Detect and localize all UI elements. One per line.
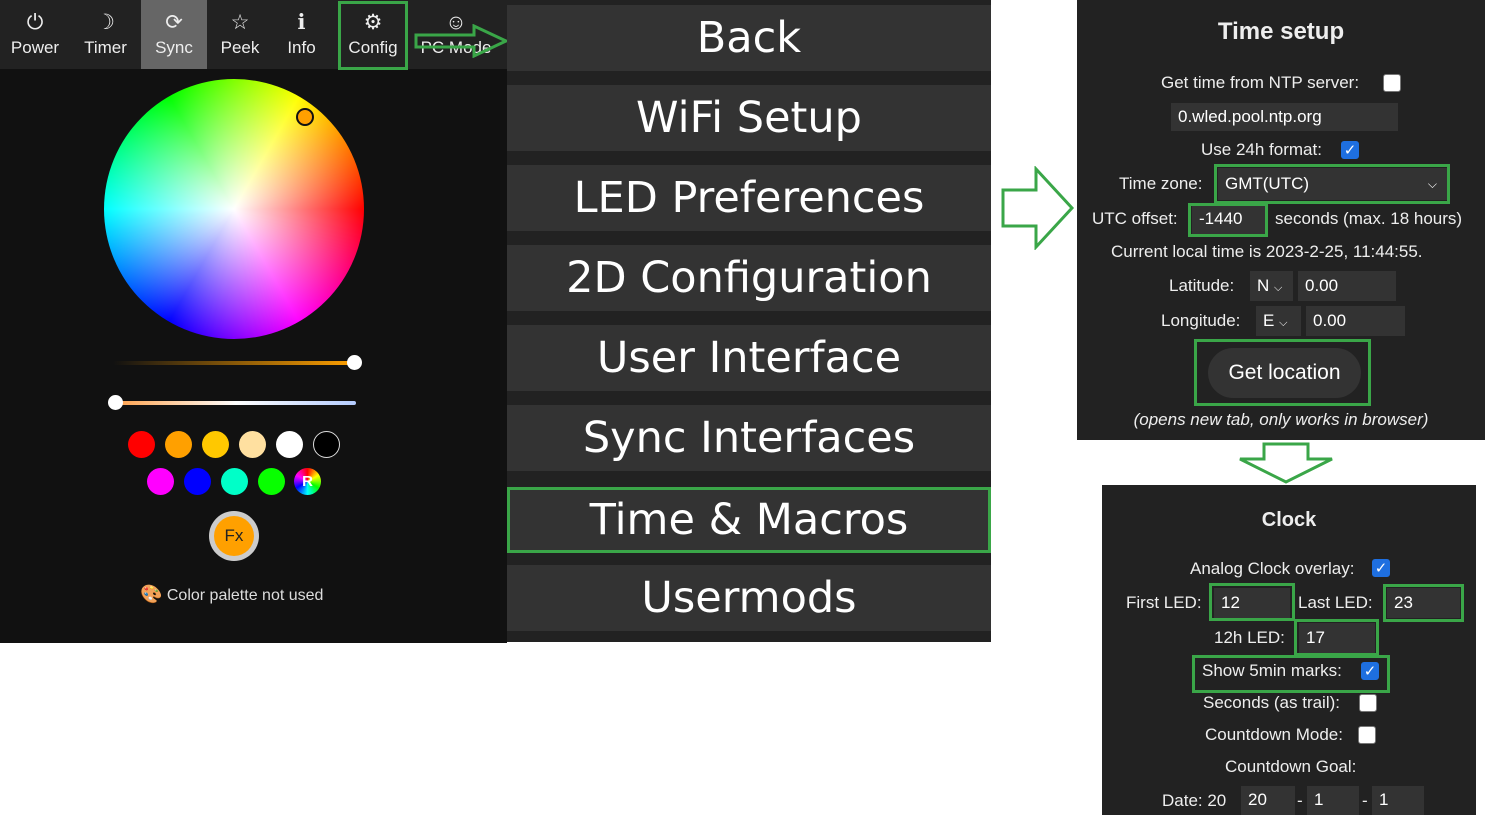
five-min-marks-highlight-box bbox=[1192, 655, 1390, 693]
tab-sync[interactable]: ⟳ Sync bbox=[141, 0, 207, 69]
tab-timer[interactable]: ☽ Timer bbox=[70, 0, 141, 69]
wled-main-ui: ⏻ Power ☽ Timer ⟳ Sync ☆ Peek ℹ Info ⚙ C… bbox=[0, 0, 507, 643]
longitude-direction-select[interactable]: E ⌵ bbox=[1256, 306, 1301, 336]
analog-overlay-checkbox[interactable]: ✓ bbox=[1372, 559, 1390, 577]
info-icon: ℹ bbox=[297, 11, 306, 34]
latitude-direction-value: N bbox=[1257, 276, 1270, 295]
menu-button-wifi-setup[interactable]: WiFi Setup bbox=[507, 85, 991, 151]
last-led-highlight-box bbox=[1383, 584, 1464, 622]
utc-offset-suffix: seconds (max. 18 hours) bbox=[1275, 209, 1463, 228]
utc-offset-label: UTC offset: bbox=[1092, 209, 1178, 228]
tab-info-label: Info bbox=[287, 38, 316, 57]
sync-icon: ⟳ bbox=[165, 11, 183, 34]
local-time-text: Current local time is 2023-2-25, 11:44:5… bbox=[1111, 242, 1423, 261]
color-wheel-handle[interactable] bbox=[296, 108, 314, 126]
down-arrow-icon bbox=[1239, 442, 1333, 484]
menu-button-user-interface[interactable]: User Interface bbox=[507, 325, 991, 391]
random-color-swatch[interactable]: R bbox=[294, 468, 321, 495]
date-separator: - bbox=[1362, 791, 1368, 810]
palette-note-text: Color palette not used bbox=[166, 587, 324, 604]
date-month-field[interactable]: 1 bbox=[1307, 786, 1359, 815]
white-balance-slider[interactable] bbox=[116, 401, 356, 405]
star-icon: ☆ bbox=[230, 11, 250, 34]
time-setup-title: Time setup bbox=[1217, 18, 1345, 45]
h12-led-highlight-box bbox=[1294, 619, 1379, 656]
countdown-mode-label: Countdown Mode: bbox=[1205, 725, 1343, 744]
h24-label: Use 24h format: bbox=[1201, 140, 1322, 159]
chevron-down-icon: ⌵ bbox=[1279, 317, 1288, 329]
menu-button-sync-interfaces[interactable]: Sync Interfaces bbox=[507, 405, 991, 471]
seconds-trail-checkbox[interactable] bbox=[1359, 694, 1377, 712]
seconds-trail-label: Seconds (as trail): bbox=[1203, 693, 1340, 712]
color-swatch[interactable] bbox=[184, 468, 211, 495]
tab-info[interactable]: ℹ Info bbox=[273, 0, 330, 69]
color-swatch[interactable] bbox=[128, 431, 155, 458]
menu-button-2d-configuration[interactable]: 2D Configuration bbox=[507, 245, 991, 311]
color-swatch[interactable] bbox=[165, 431, 192, 458]
date-day-field[interactable]: 1 bbox=[1372, 786, 1424, 815]
config-highlight-box bbox=[338, 1, 408, 70]
longitude-field[interactable]: 0.00 bbox=[1306, 306, 1405, 336]
chevron-down-icon: ⌵ bbox=[1274, 282, 1283, 294]
longitude-label: Longitude: bbox=[1161, 311, 1241, 330]
latitude-field[interactable]: 0.00 bbox=[1298, 271, 1396, 301]
ntp-server-field[interactable]: 0.wled.pool.ntp.org bbox=[1171, 103, 1398, 131]
latitude-label: Latitude: bbox=[1169, 276, 1235, 295]
date-label: Date: 20 bbox=[1162, 791, 1227, 810]
color-swatch[interactable] bbox=[258, 468, 285, 495]
color-wheel[interactable] bbox=[104, 79, 364, 339]
h12-led-label: 12h LED: bbox=[1214, 628, 1285, 647]
date-year-field[interactable]: 20 bbox=[1241, 786, 1295, 815]
power-icon: ⏻ bbox=[26, 11, 44, 34]
clock-title: Clock bbox=[1261, 509, 1317, 531]
location-note: (opens new tab, only works in browser) bbox=[1133, 410, 1429, 429]
tab-sync-label: Sync bbox=[155, 38, 193, 57]
fx-button[interactable]: Fx bbox=[214, 516, 254, 556]
palette-icon: 🎨 bbox=[140, 584, 163, 604]
menu-button-usermods[interactable]: Usermods bbox=[507, 565, 991, 631]
first-led-highlight-box bbox=[1209, 583, 1295, 621]
date-separator: - bbox=[1297, 791, 1303, 810]
right-arrow-icon bbox=[414, 24, 510, 58]
ntp-label: Get time from NTP server: bbox=[1161, 73, 1360, 92]
right-arrow-icon bbox=[1001, 166, 1075, 250]
last-led-label: Last LED: bbox=[1298, 593, 1373, 612]
timezone-highlight-box bbox=[1214, 164, 1450, 204]
tab-timer-label: Timer bbox=[84, 38, 127, 57]
white-balance-slider-handle[interactable] bbox=[108, 395, 123, 410]
h24-checkbox[interactable]: ✓ bbox=[1341, 141, 1359, 159]
tab-power-label: Power bbox=[10, 38, 60, 57]
menu-button-led-preferences[interactable]: LED Preferences bbox=[507, 165, 991, 231]
moon-icon: ☽ bbox=[96, 11, 115, 34]
tab-peek-label: Peek bbox=[220, 38, 260, 57]
timezone-label: Time zone: bbox=[1119, 174, 1203, 193]
analog-overlay-label: Analog Clock overlay: bbox=[1190, 559, 1355, 578]
menu-button-back[interactable]: Back bbox=[507, 5, 991, 71]
ntp-checkbox[interactable] bbox=[1383, 74, 1401, 92]
countdown-mode-checkbox[interactable] bbox=[1358, 726, 1376, 744]
palette-note: 🎨 Color palette not used bbox=[140, 583, 360, 605]
brightness-slider[interactable] bbox=[113, 361, 356, 365]
color-swatch[interactable] bbox=[147, 468, 174, 495]
first-led-label: First LED: bbox=[1126, 593, 1202, 612]
color-swatch[interactable] bbox=[239, 431, 266, 458]
time-macros-highlight-box bbox=[507, 487, 991, 553]
tab-peek[interactable]: ☆ Peek bbox=[207, 0, 273, 69]
latitude-direction-select[interactable]: N ⌵ bbox=[1250, 271, 1293, 301]
brightness-slider-handle[interactable] bbox=[347, 355, 362, 370]
longitude-direction-value: E bbox=[1263, 311, 1275, 330]
color-swatch[interactable] bbox=[221, 468, 248, 495]
color-swatch[interactable] bbox=[202, 431, 229, 458]
countdown-goal-label: Countdown Goal: bbox=[1225, 757, 1357, 776]
color-swatch[interactable] bbox=[276, 431, 303, 458]
color-swatch[interactable] bbox=[313, 431, 340, 458]
tab-power[interactable]: ⏻ Power bbox=[0, 0, 70, 69]
get-location-highlight-box bbox=[1194, 339, 1371, 406]
utc-offset-highlight-box bbox=[1188, 203, 1268, 237]
